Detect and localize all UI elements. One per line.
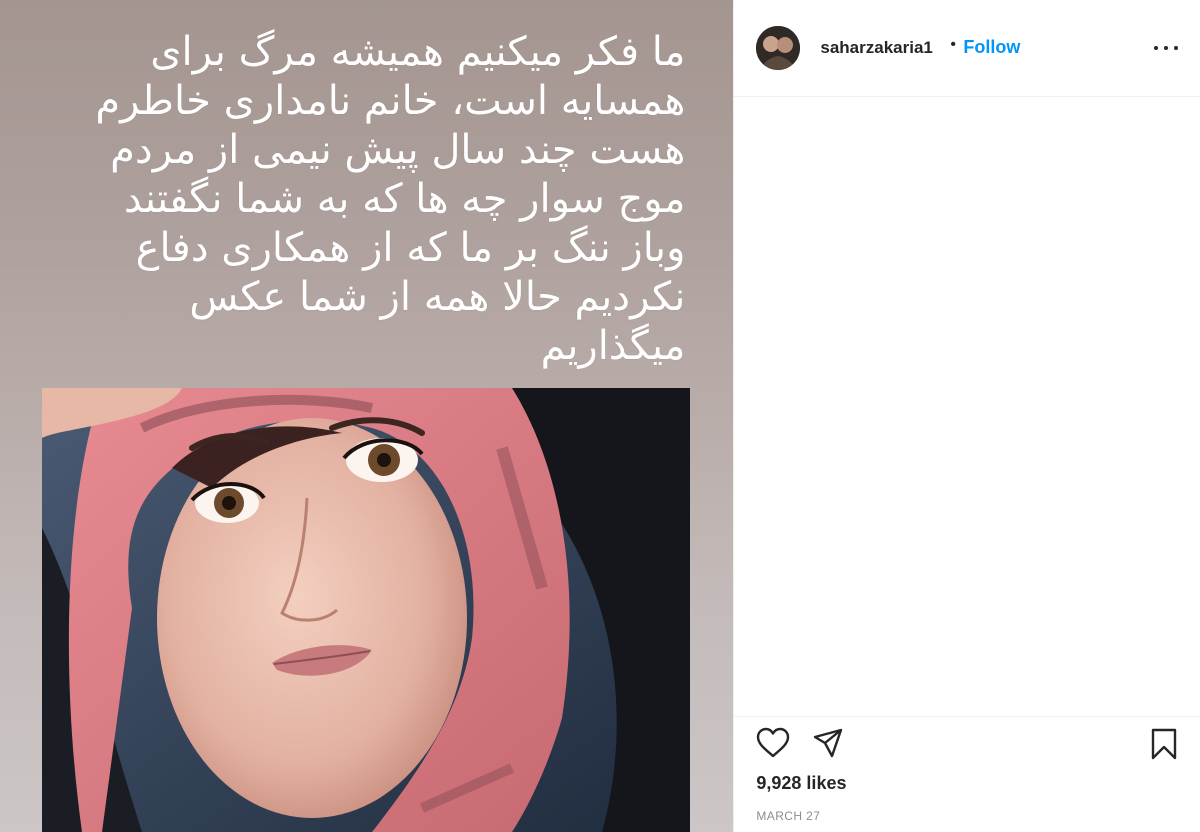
image-overlay-text: ما فکر میکنیم همیشه مرگ برای همسایه است،… [95,29,686,369]
post-date[interactable]: MARCH 27 [756,809,820,823]
instagram-post: ما فکر میکنیم همیشه مرگ برای همسایه است،… [0,0,1200,832]
post-media[interactable]: ما فکر میکنیم همیشه مرگ برای همسایه است،… [0,0,734,832]
username-link[interactable]: saharzakaria1 [820,38,932,58]
bookmark-icon[interactable] [1150,727,1178,766]
share-icon[interactable] [812,727,844,764]
post-header: saharzakaria1 • Follow [734,0,1200,97]
avatar[interactable] [756,26,801,70]
more-options-icon[interactable] [1154,43,1178,53]
post-sidebar: saharzakaria1 • Follow 9,928 likes MARCH… [733,0,1200,832]
likes-count[interactable]: 9,928 likes [756,773,846,794]
heart-icon[interactable] [756,727,790,764]
follow-button[interactable]: Follow [963,37,1020,58]
post-photo [42,388,690,832]
post-actions: 9,928 likes MARCH 27 [734,716,1200,832]
separator-dot: • [950,36,956,53]
